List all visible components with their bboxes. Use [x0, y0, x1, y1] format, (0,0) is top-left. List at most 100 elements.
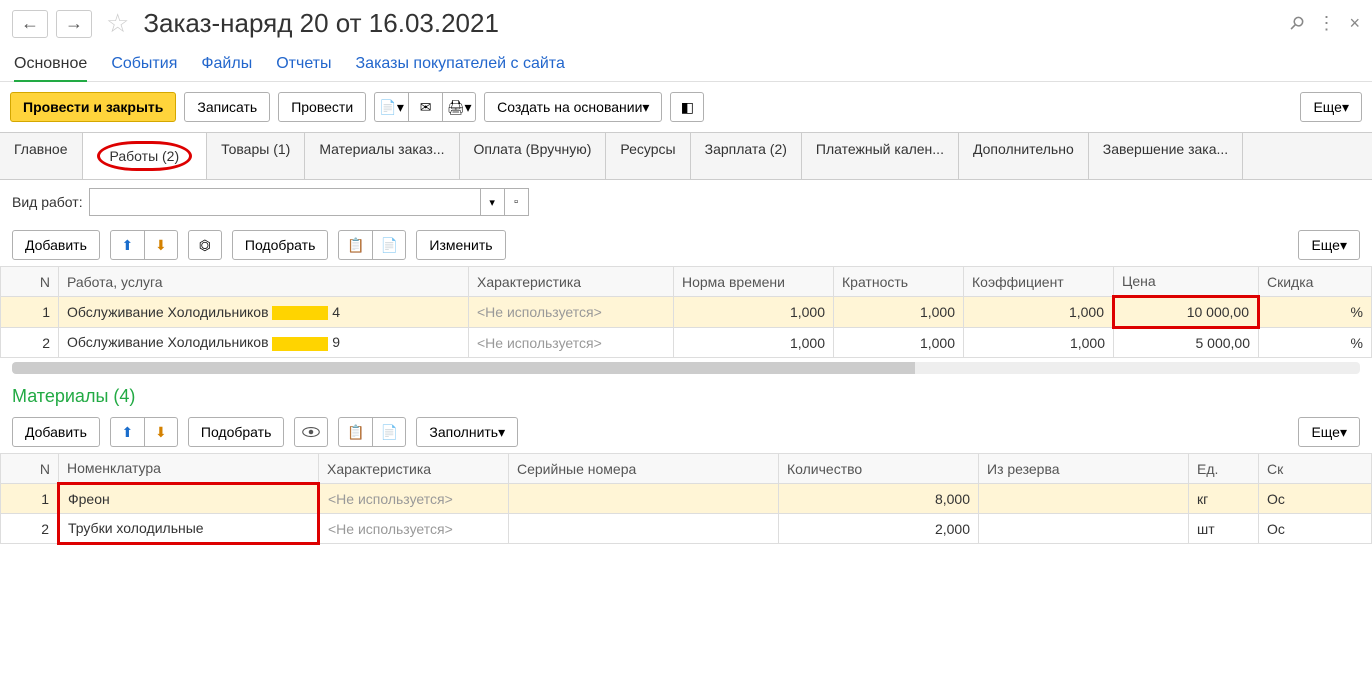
cell-work: Обслуживание Холодильников 9 [59, 328, 469, 358]
nav-forward-button[interactable]: → [56, 10, 92, 38]
highlight-works-circle: Работы (2) [97, 141, 193, 171]
email-button[interactable]: ✉ [408, 92, 442, 122]
mcol-qty[interactable]: Количество [779, 454, 979, 484]
subtab-works[interactable]: Работы (2) [83, 133, 208, 179]
materials-select-button[interactable]: Подобрать [188, 417, 285, 447]
mcol-unit[interactable]: Ед. [1189, 454, 1259, 484]
subtab-payment[interactable]: Оплата (Вручную) [460, 133, 607, 179]
save-button[interactable]: Записать [184, 92, 270, 122]
more-button[interactable]: Еще ▾ [1300, 92, 1362, 122]
cell-char: <Не используется> [319, 514, 509, 544]
subtab-resources[interactable]: Ресурсы [606, 133, 690, 179]
move-down-button[interactable]: ⬇ [144, 230, 178, 260]
works-scrollbar[interactable] [12, 362, 1360, 374]
col-coef[interactable]: Коэффициент [964, 267, 1114, 297]
materials-move-down-button[interactable]: ⬇ [144, 417, 178, 447]
redacted-icon [272, 306, 328, 320]
create-based-button[interactable]: Создать на основании ▾ [484, 92, 662, 122]
cell-norm: 1,000 [674, 297, 834, 328]
cell-sk: Ос [1259, 514, 1372, 544]
print-button[interactable]: 🖨▾ [442, 92, 476, 122]
barcode-button[interactable]: ⏣ [188, 230, 222, 260]
works-edit-button[interactable]: Изменить [416, 230, 505, 260]
subtab-payment-calendar[interactable]: Платежный кален... [802, 133, 959, 179]
table-row[interactable]: 1Обслуживание Холодильников 4<Не использ… [1, 297, 1372, 328]
col-work[interactable]: Работа, услуга [59, 267, 469, 297]
work-type-open-button[interactable]: ▫ [505, 188, 529, 216]
cell-n: 2 [1, 514, 59, 544]
subtab-salary[interactable]: Зарплата (2) [691, 133, 802, 179]
mcol-reserve[interactable]: Из резерва [979, 454, 1189, 484]
cell-disc: % [1259, 297, 1372, 328]
table-row[interactable]: 2Трубки холодильные<Не используется>2,00… [1, 514, 1372, 544]
col-discount[interactable]: Скидка [1259, 267, 1372, 297]
cell-price: 10 000,00 [1114, 297, 1259, 328]
works-more-button[interactable]: Еще ▾ [1298, 230, 1360, 260]
work-type-input[interactable] [89, 188, 481, 216]
kebab-icon[interactable]: ⋮ [1317, 13, 1335, 34]
cell-coef: 1,000 [964, 297, 1114, 328]
copy-button[interactable]: 📋 [338, 230, 372, 260]
materials-paste-button[interactable]: 📄 [372, 417, 406, 447]
nav-back-button[interactable]: ← [12, 10, 48, 38]
subtab-additional[interactable]: Дополнительно [959, 133, 1089, 179]
cell-n: 2 [1, 328, 59, 358]
materials-view-button[interactable] [294, 417, 328, 447]
works-select-button[interactable]: Подобрать [232, 230, 329, 260]
cell-nomen: Фреон [59, 484, 319, 514]
star-icon[interactable]: ☆ [106, 8, 129, 39]
nav-tab-reports[interactable]: Отчеты [276, 55, 331, 73]
works-add-button[interactable]: Добавить [12, 230, 100, 260]
post-and-close-button[interactable]: Провести и закрыть [10, 92, 176, 122]
mcol-n[interactable]: N [1, 454, 59, 484]
mcol-nomen[interactable]: Номенклатура [59, 454, 319, 484]
subtab-materials-order[interactable]: Материалы заказ... [305, 133, 459, 179]
col-mult[interactable]: Кратность [834, 267, 964, 297]
table-row[interactable]: 2Обслуживание Холодильников 9<Не использ… [1, 328, 1372, 358]
cell-mult: 1,000 [834, 297, 964, 328]
materials-fill-button[interactable]: Заполнить ▾ [416, 417, 518, 447]
cell-unit: шт [1189, 514, 1259, 544]
cell-char: <Не используется> [319, 484, 509, 514]
attach-group: 📄▾ ✉ 🖨▾ [374, 92, 476, 122]
col-n[interactable]: N [1, 267, 59, 297]
cell-qty: 2,000 [779, 514, 979, 544]
sub-tabs: Главное Работы (2) Товары (1) Материалы … [0, 132, 1372, 180]
post-button[interactable]: Провести [278, 92, 366, 122]
redacted-icon [272, 337, 328, 351]
col-norm[interactable]: Норма времени [674, 267, 834, 297]
materials-move-up-button[interactable]: ⬆ [110, 417, 144, 447]
mcol-serial[interactable]: Серийные номера [509, 454, 779, 484]
col-price[interactable]: Цена [1114, 267, 1259, 297]
cell-char: <Не используется> [469, 328, 674, 358]
work-type-dropdown-button[interactable]: ▾ [481, 188, 505, 216]
paste-button[interactable]: 📄 [372, 230, 406, 260]
materials-copy-button[interactable]: 📋 [338, 417, 372, 447]
nav-tab-files[interactable]: Файлы [201, 55, 252, 73]
close-icon[interactable]: × [1349, 13, 1360, 34]
mcol-char[interactable]: Характеристика [319, 454, 509, 484]
materials-more-button[interactable]: Еще ▾ [1298, 417, 1360, 447]
structure-button[interactable]: ◧ [670, 92, 704, 122]
subtab-completion[interactable]: Завершение зака... [1089, 133, 1243, 179]
cell-qty: 8,000 [779, 484, 979, 514]
move-up-button[interactable]: ⬆ [110, 230, 144, 260]
cell-reserve [979, 484, 1189, 514]
nav-tabs: Основное События Файлы Отчеты Заказы пок… [0, 47, 1372, 82]
cell-work: Обслуживание Холодильников 4 [59, 297, 469, 328]
nav-tab-main[interactable]: Основное [14, 55, 87, 82]
table-row[interactable]: 1Фреон<Не используется>8,000кгОс [1, 484, 1372, 514]
cell-serial [509, 484, 779, 514]
materials-add-button[interactable]: Добавить [12, 417, 100, 447]
subtab-goods[interactable]: Товары (1) [207, 133, 305, 179]
nav-tab-site-orders[interactable]: Заказы покупателей с сайта [356, 55, 565, 73]
mcol-sk[interactable]: Ск [1259, 454, 1372, 484]
nav-tab-events[interactable]: События [111, 55, 177, 73]
cell-n: 1 [1, 297, 59, 328]
link-icon[interactable]: ⚲ [1285, 11, 1309, 35]
attach-button[interactable]: 📄▾ [374, 92, 408, 122]
work-type-label: Вид работ: [12, 194, 83, 210]
col-char[interactable]: Характеристика [469, 267, 674, 297]
cell-sk: Ос [1259, 484, 1372, 514]
subtab-main[interactable]: Главное [0, 133, 83, 179]
